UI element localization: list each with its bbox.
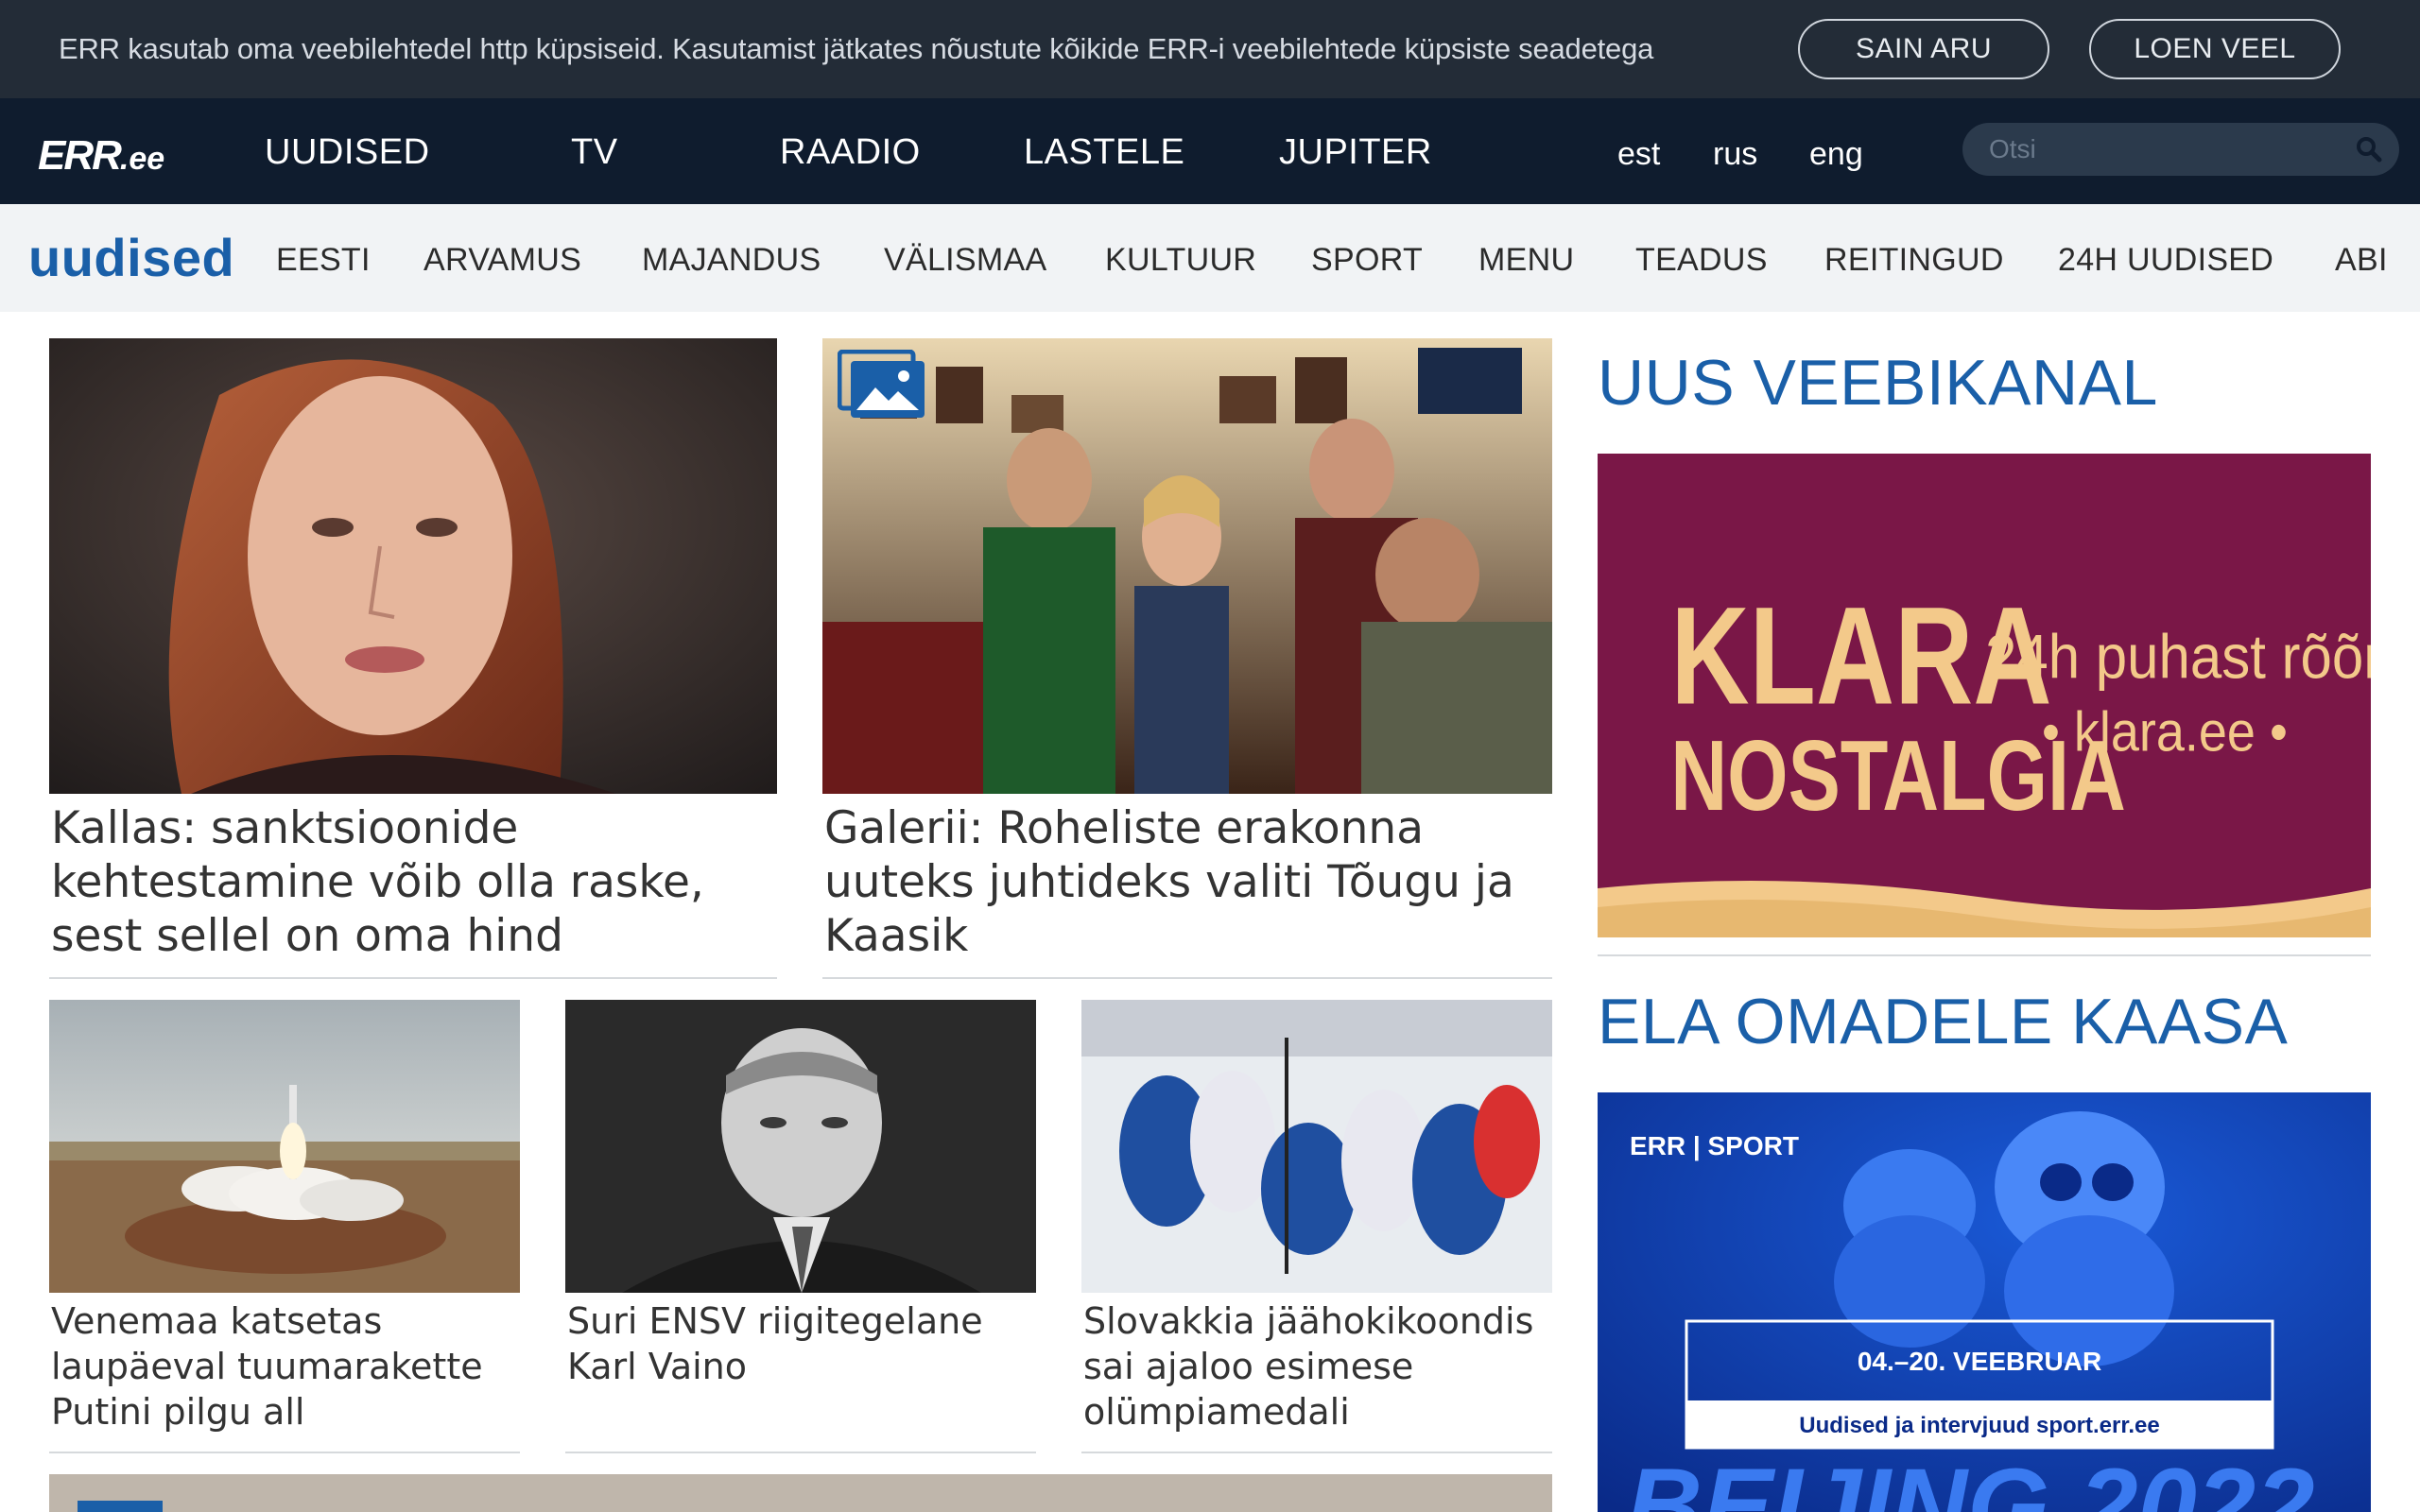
section-title[interactable]: uudised (28, 227, 234, 288)
sec-item-majandus[interactable]: MAJANDUS (642, 242, 821, 279)
article-card[interactable]: Kallas: sanktsioonide kehtestamine võib … (49, 338, 777, 979)
sec-item-24h-uudised[interactable]: 24H UUDISED (2058, 242, 2273, 279)
article-headline[interactable]: Slovakkia jäähokikoondis sai ajaloo esim… (1083, 1298, 1552, 1435)
sec-item-eesti[interactable]: EESTI (276, 242, 371, 279)
nav-item-jupiter[interactable]: JUPITER (1279, 132, 1432, 173)
gallery-icon (78, 1501, 163, 1512)
gallery-icon (838, 350, 925, 418)
sec-item-sport[interactable]: SPORT (1311, 242, 1423, 279)
sidebar-title-ela-omadele: ELA OMADELE KAASA (1598, 986, 2289, 1057)
sec-item-arvamus[interactable]: ARVAMUS (424, 242, 581, 279)
article-headline[interactable]: Kallas: sanktsioonide kehtestamine võib … (51, 801, 777, 963)
article-image[interactable] (49, 1474, 1552, 1512)
search-box (1962, 123, 2399, 176)
logo-sub: .ee (119, 141, 165, 177)
lang-rus[interactable]: rus (1713, 136, 1757, 173)
divider (1598, 954, 2371, 956)
divider (49, 1452, 520, 1453)
top-navigation: ERR .ee UUDISED TV RAADIO LASTELE JUPITE… (0, 98, 2420, 204)
err-logo[interactable]: ERR .ee (38, 132, 164, 179)
divider (565, 1452, 1036, 1453)
sec-item-abi[interactable]: ABI (2335, 242, 2388, 279)
article-card[interactable]: Suri ENSV riigitegelane Karl Vaino (565, 1000, 1036, 1453)
sec-item-teadus[interactable]: TEADUS (1635, 242, 1768, 279)
sec-item-menu[interactable]: MENU (1478, 242, 1574, 279)
article-image[interactable] (49, 1000, 520, 1293)
err-sport-beijing-ad[interactable]: ERR | SPORT 04.–20. VEEBRUAR Uudised ja … (1598, 1092, 2371, 1512)
sec-item-reitingud[interactable]: REITINGUD (1824, 242, 2004, 279)
search-input[interactable] (1989, 130, 2339, 168)
article-card[interactable]: Venemaa katsetas laupäeval tuumarakette … (49, 1000, 520, 1453)
nav-item-uudised[interactable]: UUDISED (265, 132, 430, 173)
article-image[interactable] (1081, 1000, 1552, 1293)
article-image[interactable] (49, 338, 777, 794)
cookie-banner: ERR kasutab oma veebilehtedel http küpsi… (0, 0, 2420, 98)
nav-item-raadio[interactable]: RAADIO (780, 132, 921, 173)
article-headline[interactable]: Suri ENSV riigitegelane Karl Vaino (567, 1298, 1036, 1389)
sec-item-valismaa[interactable]: VÄLISMAA (884, 242, 1046, 279)
lang-est[interactable]: est (1617, 136, 1660, 173)
article-card[interactable]: Galerii: Roheliste erakonna uuteks juhti… (822, 338, 1552, 979)
nav-item-tv[interactable]: TV (571, 132, 618, 173)
sport-dates: 04.–20. VEEBRUAR (1858, 1347, 2101, 1376)
sidebar-title-veebikanal: UUS VEEBIKANAL (1598, 347, 2158, 419)
divider (1081, 1452, 1552, 1453)
section-navigation: uudised EESTI ARVAMUS MAJANDUS VÄLISMAA … (0, 204, 2420, 312)
sec-item-kultuur[interactable]: KULTUUR (1105, 242, 1256, 279)
klara-url: • klara.ee • (2042, 701, 2288, 764)
klara-tagline: 24h puhast rõõmu! (1985, 623, 2371, 692)
sport-big-title: BEIJING 2022 (1626, 1447, 2314, 1512)
divider (822, 977, 1552, 979)
search-icon[interactable] (2354, 134, 2384, 164)
article-image[interactable] (822, 338, 1552, 794)
divider (49, 977, 777, 979)
article-headline[interactable]: Galerii: Roheliste erakonna uuteks juhti… (824, 801, 1552, 963)
nav-item-lastele[interactable]: LASTELE (1024, 132, 1184, 173)
article-image[interactable] (565, 1000, 1036, 1293)
lang-eng[interactable]: eng (1809, 136, 1863, 173)
sport-subtitle: Uudised ja intervjuud sport.err.ee (1799, 1413, 2159, 1438)
article-headline[interactable]: Venemaa katsetas laupäeval tuumarakette … (51, 1298, 520, 1435)
cookie-text: ERR kasutab oma veebilehtedel http küpsi… (59, 32, 1654, 65)
klara-nostalgia-ad[interactable]: KLARA NOSTALGIA 24h puhast rõõmu! • klar… (1598, 454, 2371, 937)
logo-main: ERR (38, 132, 122, 179)
article-card[interactable]: Slovakkia jäähokikoondis sai ajaloo esim… (1081, 1000, 1552, 1453)
read-more-button[interactable]: LOEN VEEL (2089, 19, 2341, 79)
accept-cookies-button[interactable]: SAIN ARU (1798, 19, 2049, 79)
err-sport-logo: ERR | SPORT (1630, 1131, 1799, 1160)
